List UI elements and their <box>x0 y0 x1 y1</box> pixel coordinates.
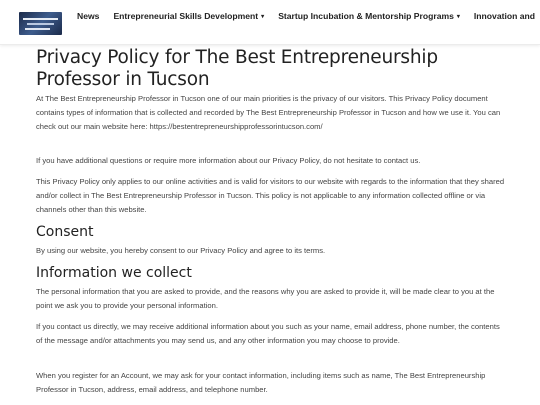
nav-item-label: News <box>77 11 100 21</box>
nav-item-label: Entrepreneurial Skills Development <box>113 11 259 21</box>
nav-item-innovation[interactable]: Innovation and <box>474 11 535 21</box>
site-logo[interactable] <box>19 12 62 35</box>
questions-paragraph: If you have additional questions or requ… <box>36 156 421 165</box>
logo-graphic-line <box>27 23 54 25</box>
logo-graphic-line <box>25 28 50 30</box>
page-title: Privacy Policy for The Best Entrepreneur… <box>36 47 438 90</box>
info-paragraph: The personal information that you are as… <box>36 287 495 310</box>
info-paragraph: If you contact us directly, we may recei… <box>36 322 500 345</box>
information-collected-heading: Information we collect <box>36 265 192 281</box>
logo-graphic-line <box>23 18 58 20</box>
nav-item-label: Innovation and <box>473 11 536 21</box>
chevron-down-icon: ▾ <box>456 14 460 20</box>
main-menu: News Entrepreneurial Skills Development ▾ S… <box>77 11 540 21</box>
nav-item-news[interactable]: News <box>77 11 99 21</box>
info-paragraph: When you register for an Account, we may… <box>36 371 486 394</box>
nav-item-label: Startup Incubation & Mentorship Programs <box>278 11 454 21</box>
consent-heading: Consent <box>36 224 94 240</box>
top-navigation-bar: News Entrepreneurial Skills Development ▾ S… <box>0 0 540 45</box>
consent-paragraph: By using our website, you hereby consent… <box>36 246 326 255</box>
intro-paragraph: At The Best Entrepreneurship Professor i… <box>36 94 501 131</box>
nav-item-entrepreneurial-skills[interactable]: Entrepreneurial Skills Development ▾ <box>113 11 264 21</box>
scope-paragraph: This Privacy Policy only applies to our … <box>36 177 505 214</box>
nav-item-startup-incubation[interactable]: Startup Incubation & Mentorship Programs… <box>278 11 460 21</box>
chevron-down-icon: ▾ <box>261 14 265 20</box>
